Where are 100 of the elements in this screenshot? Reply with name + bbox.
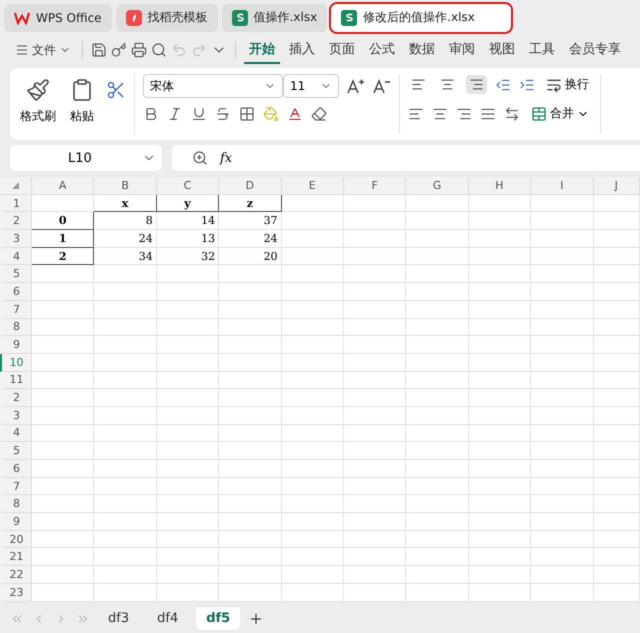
empty-cell[interactable] — [406, 548, 469, 566]
empty-cell[interactable] — [94, 548, 157, 566]
empty-cell[interactable] — [282, 336, 344, 354]
empty-cell[interactable] — [94, 584, 157, 602]
empty-cell[interactable] — [531, 548, 594, 566]
column-header[interactable]: G — [406, 177, 469, 195]
italic-icon[interactable] — [167, 106, 183, 122]
empty-cell[interactable] — [594, 424, 640, 442]
empty-cell[interactable] — [156, 548, 220, 566]
row-header[interactable]: 2 — [0, 389, 32, 407]
ribbon-tab[interactable]: 插入 — [284, 36, 320, 64]
column-header[interactable]: J — [594, 177, 640, 195]
empty-cell[interactable] — [344, 230, 406, 248]
column-header[interactable]: A — [32, 177, 94, 195]
empty-cell[interactable] — [94, 318, 157, 336]
empty-cell[interactable] — [156, 406, 220, 425]
empty-cell[interactable] — [468, 495, 532, 514]
empty-cell[interactable] — [594, 212, 640, 230]
empty-cell[interactable] — [594, 336, 640, 354]
empty-cell[interactable] — [219, 548, 282, 566]
empty-cell[interactable] — [344, 584, 406, 602]
empty-cell[interactable] — [468, 230, 532, 248]
empty-cell[interactable] — [94, 442, 157, 460]
empty-cell[interactable] — [594, 584, 640, 602]
empty-cell[interactable] — [94, 424, 157, 442]
empty-cell[interactable] — [94, 460, 157, 478]
empty-cell[interactable] — [406, 372, 469, 390]
sheet-tab[interactable]: df3 — [98, 607, 140, 630]
column-header[interactable]: B — [94, 177, 157, 195]
document-tab[interactable]: 值操作.xlsx — [222, 4, 328, 32]
empty-cell[interactable] — [156, 442, 220, 460]
empty-cell[interactable] — [406, 248, 469, 266]
empty-cell[interactable] — [531, 389, 594, 407]
fill-color-icon[interactable] — [263, 106, 279, 122]
row-header[interactable]: 8 — [0, 495, 32, 514]
row-header[interactable]: 3 — [0, 406, 32, 425]
empty-cell[interactable] — [468, 584, 532, 602]
empty-cell[interactable] — [282, 248, 344, 266]
empty-cell[interactable] — [531, 318, 594, 336]
empty-cell[interactable] — [282, 548, 344, 566]
empty-cell[interactable] — [406, 283, 469, 301]
empty-cell[interactable] — [531, 566, 594, 584]
empty-cell[interactable] — [94, 406, 157, 425]
empty-cell[interactable] — [468, 460, 532, 478]
empty-cell[interactable] — [344, 424, 406, 442]
file-menu[interactable]: 文件 — [12, 40, 74, 60]
empty-cell[interactable] — [344, 389, 406, 407]
empty-cell[interactable] — [219, 442, 282, 460]
empty-cell[interactable] — [156, 389, 220, 407]
empty-cell[interactable] — [531, 212, 594, 230]
print-preview-icon[interactable] — [151, 42, 167, 58]
column-header[interactable]: H — [468, 177, 532, 195]
empty-cell[interactable] — [282, 495, 344, 514]
save-icon[interactable] — [91, 42, 107, 58]
empty-cell[interactable] — [594, 194, 640, 212]
empty-cell[interactable] — [282, 460, 344, 478]
empty-cell[interactable] — [531, 478, 594, 496]
column-header[interactable]: I — [531, 177, 594, 195]
empty-cell[interactable] — [156, 584, 220, 602]
select-all-corner[interactable] — [0, 177, 32, 195]
empty-cell[interactable] — [406, 336, 469, 354]
empty-cell[interactable] — [531, 336, 594, 354]
empty-cell[interactable] — [282, 194, 344, 212]
empty-cell[interactable] — [468, 548, 532, 566]
empty-cell[interactable] — [344, 530, 406, 548]
empty-cell[interactable] — [219, 478, 282, 496]
row-header[interactable]: 1 — [0, 194, 32, 212]
row-header[interactable]: 10 — [0, 354, 32, 372]
empty-cell[interactable] — [219, 336, 282, 354]
empty-cell[interactable] — [468, 248, 532, 266]
empty-cell[interactable] — [594, 300, 640, 318]
empty-cell[interactable] — [344, 372, 406, 390]
empty-cell[interactable] — [406, 230, 469, 248]
empty-cell[interactable] — [219, 372, 282, 390]
row-header[interactable]: 7 — [0, 300, 32, 318]
empty-cell[interactable] — [156, 530, 220, 548]
row-header[interactable]: 6 — [0, 283, 32, 301]
empty-cell[interactable] — [156, 424, 220, 442]
empty-cell[interactable] — [344, 194, 406, 212]
empty-cell[interactable] — [156, 300, 220, 318]
column-header[interactable]: C — [156, 177, 220, 195]
empty-cell[interactable] — [531, 354, 594, 372]
row-header[interactable]: 4 — [0, 248, 32, 266]
empty-cell[interactable] — [219, 318, 282, 336]
empty-cell[interactable] — [282, 300, 344, 318]
empty-cell[interactable] — [94, 354, 157, 372]
ribbon-tab[interactable]: 页面 — [324, 36, 360, 64]
empty-cell[interactable] — [468, 530, 532, 548]
empty-cell[interactable] — [282, 230, 344, 248]
empty-cell[interactable] — [594, 318, 640, 336]
format-painter-button[interactable]: 格式刷 — [18, 74, 58, 134]
empty-cell[interactable] — [468, 212, 532, 230]
strikethrough-icon[interactable] — [215, 106, 231, 122]
row-header[interactable]: 22 — [0, 566, 32, 584]
empty-cell[interactable] — [594, 283, 640, 301]
empty-cell[interactable] — [282, 566, 344, 584]
empty-cell[interactable] — [406, 530, 469, 548]
row-header[interactable]: 21 — [0, 548, 32, 566]
row-header[interactable]: 20 — [0, 530, 32, 548]
empty-cell[interactable] — [156, 318, 220, 336]
